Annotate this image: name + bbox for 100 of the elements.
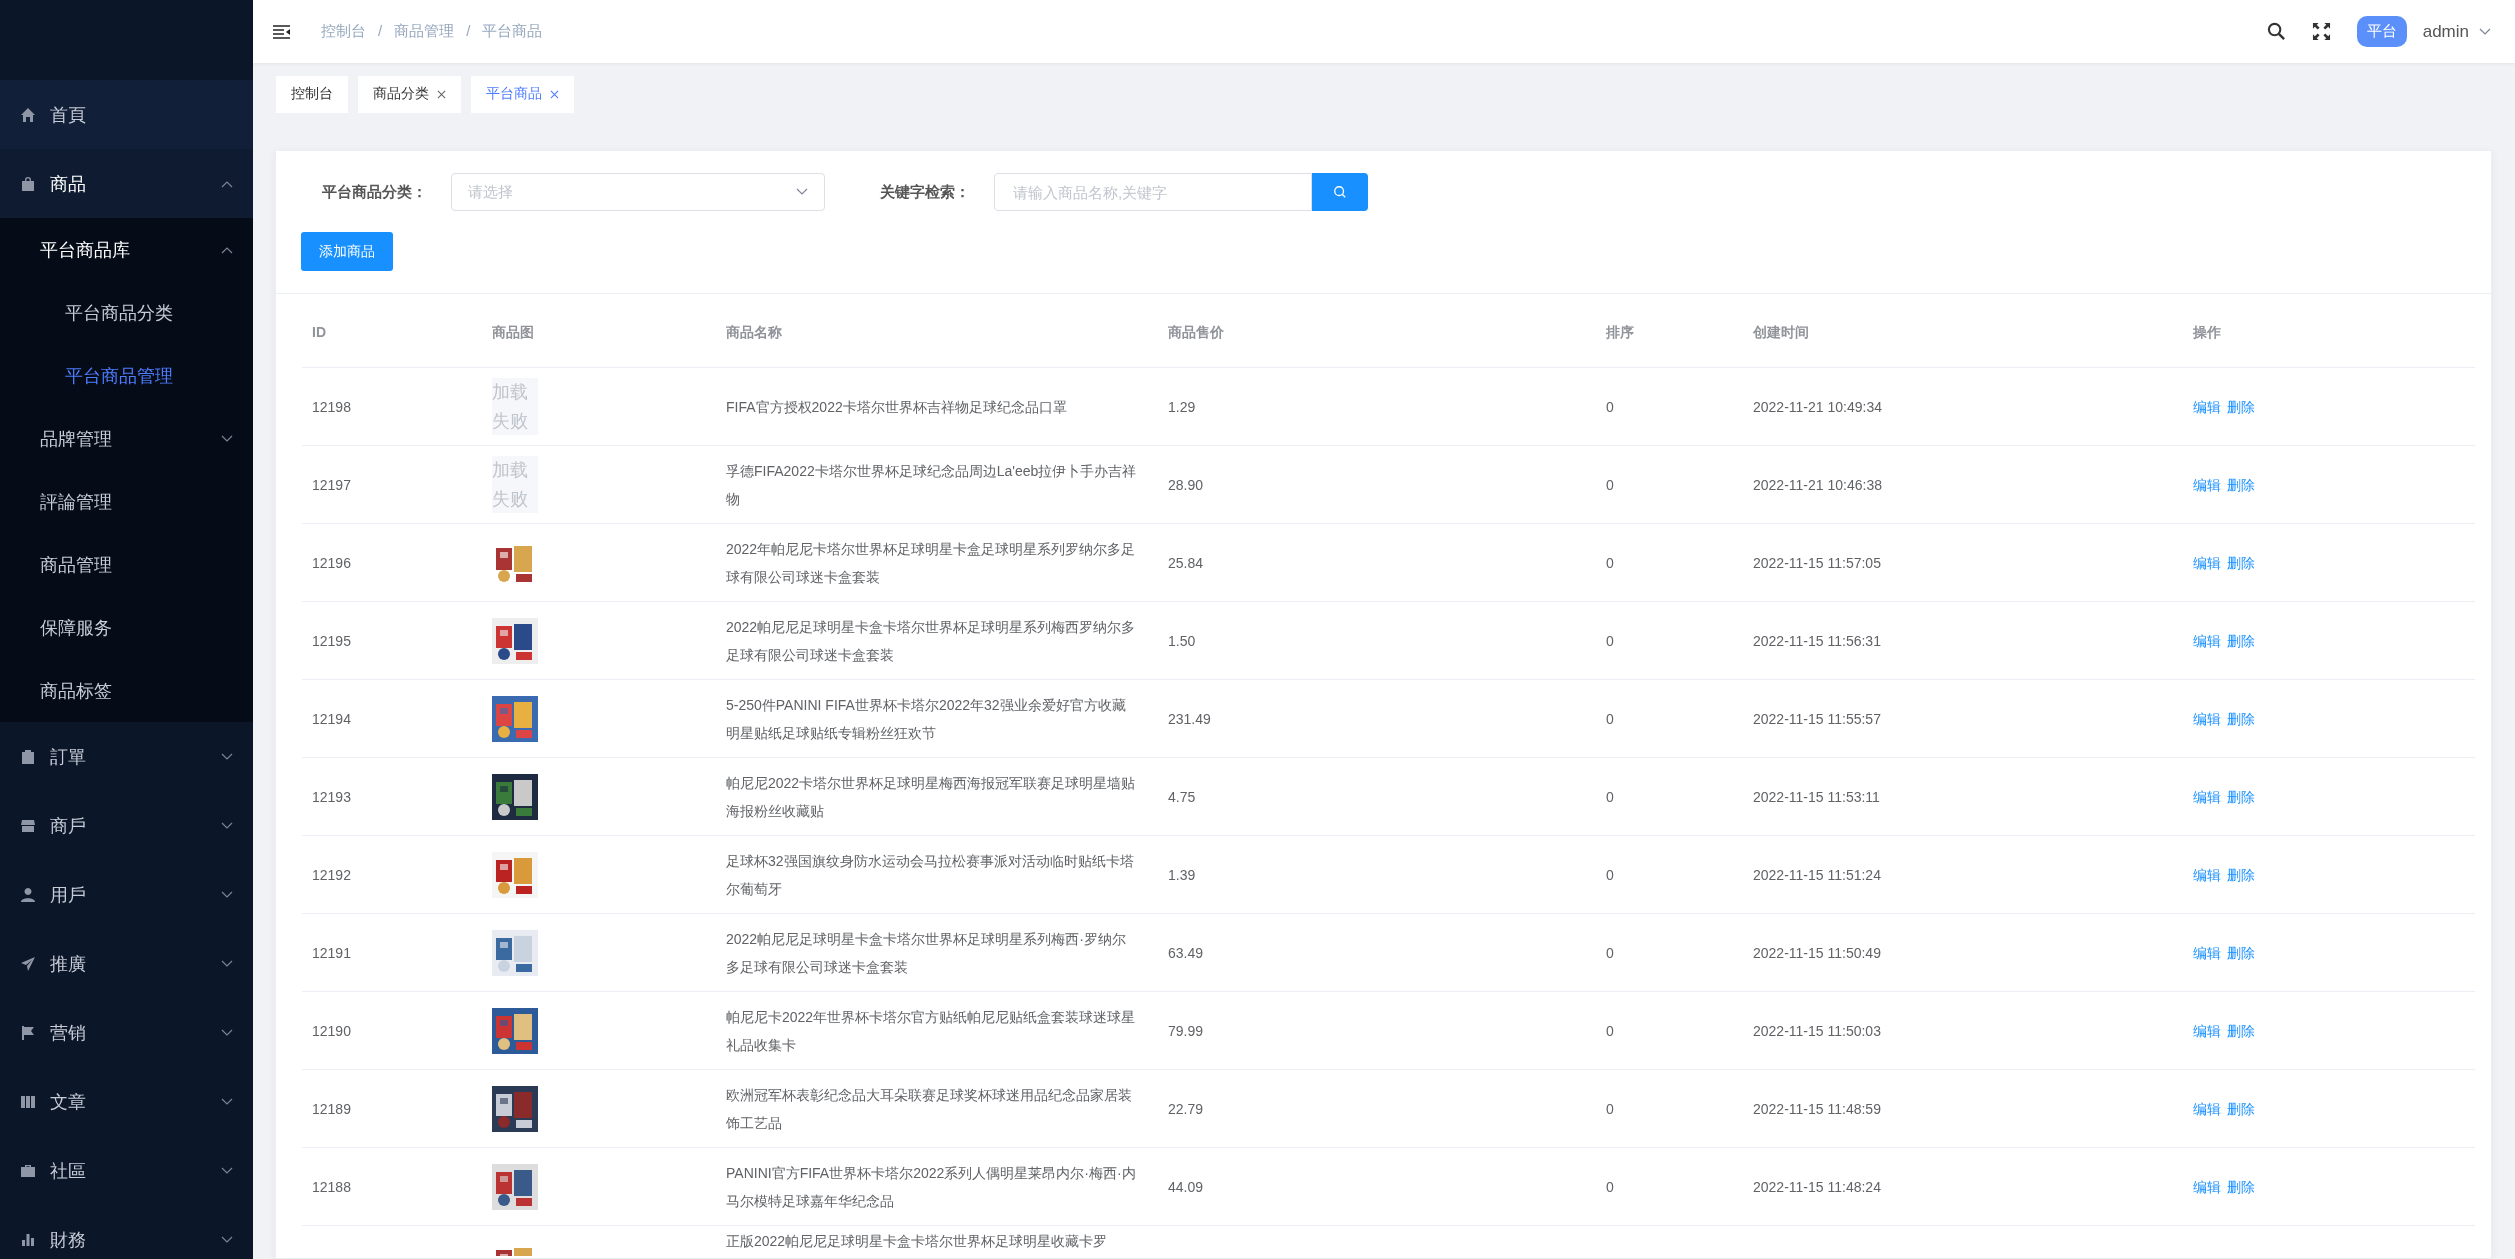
user-icon: [20, 886, 36, 903]
action-link[interactable]: 编辑: [2193, 626, 2221, 655]
submenu-item[interactable]: 評論管理: [0, 470, 253, 533]
action-link[interactable]: 编辑: [2193, 860, 2221, 889]
table-cell: 0: [1606, 1178, 1614, 1195]
breadcrumb-link[interactable]: 控制台: [321, 22, 366, 41]
menu-item[interactable]: 財務: [0, 1205, 253, 1259]
table-cell: 足球杯32强国旗纹身防水运动会马拉松赛事派对活动临时贴纸卡塔尔葡萄牙: [726, 852, 1134, 897]
action-link[interactable]: 删除: [2227, 1172, 2255, 1201]
action-link[interactable]: 删除: [2227, 782, 2255, 811]
submenu-item[interactable]: 平台商品管理: [0, 344, 253, 407]
breadcrumb-separator: /: [378, 22, 383, 41]
page-tab[interactable]: 平台商品: [471, 75, 574, 113]
table-cell: 12189: [312, 1100, 351, 1117]
breadcrumb-link[interactable]: 商品管理: [394, 22, 455, 41]
menu-item[interactable]: 商戶: [0, 791, 253, 860]
action-link[interactable]: 删除: [2227, 704, 2255, 733]
table-cell: 12194: [312, 710, 351, 727]
action-link[interactable]: 编辑: [2193, 704, 2221, 733]
role-badge: 平台: [2356, 16, 2407, 47]
table-cell: 12192: [312, 866, 351, 883]
table-cell: 4.75: [1168, 788, 1196, 805]
submenu-item[interactable]: 商品标签: [0, 659, 253, 722]
action-link[interactable]: 编辑: [2193, 548, 2221, 577]
action-link[interactable]: 编辑: [2193, 1016, 2221, 1045]
action-link[interactable]: 删除: [2227, 548, 2255, 577]
chart-icon: [20, 1231, 36, 1248]
table-cell: 2022-11-15 11:55:57: [1753, 710, 1881, 727]
plane-icon: [20, 955, 36, 972]
column-header: ID: [311, 323, 327, 342]
search-icon[interactable]: [2266, 22, 2286, 41]
submenu-item[interactable]: 保障服务: [0, 596, 253, 659]
action-link[interactable]: 编辑: [2193, 782, 2221, 811]
filter-label: 平台商品分类：: [322, 182, 427, 202]
user-menu[interactable]: admin: [2422, 21, 2491, 42]
table-cell: 2022-11-15 11:53:11: [1753, 788, 1880, 805]
breadcrumb-link[interactable]: 平台商品: [482, 22, 543, 41]
breadcrumb-separator: /: [466, 22, 471, 41]
submenu-item[interactable]: 商品管理: [0, 533, 253, 596]
close-icon[interactable]: [550, 89, 559, 99]
store-icon: [20, 817, 36, 834]
menu-item[interactable]: 推廣: [0, 929, 253, 998]
menu-item[interactable]: 用戶: [0, 860, 253, 929]
table-cell: 帕尼尼卡2022年世界杯卡塔尔官方贴纸帕尼尼贴纸盒套装球迷球星礼品收集卡: [726, 1008, 1136, 1053]
action-link[interactable]: 编辑: [2193, 392, 2221, 421]
menu-item[interactable]: 文章: [0, 1067, 253, 1136]
action-link[interactable]: 编辑: [2193, 938, 2221, 967]
submenu-item[interactable]: 平台商品分类: [0, 281, 253, 344]
action-link[interactable]: 删除: [2227, 938, 2255, 967]
menu-item[interactable]: 商品: [0, 149, 253, 218]
chevron-down-icon: [221, 890, 233, 899]
action-link[interactable]: 删除: [2227, 470, 2255, 499]
add-product-button[interactable]: 添加商品: [301, 232, 393, 271]
table-cell: 1.50: [1168, 632, 1196, 649]
submenu-item[interactable]: 品牌管理: [0, 407, 253, 470]
table-cell: 25.84: [1168, 554, 1204, 571]
action-link[interactable]: 删除: [2227, 1016, 2255, 1045]
chevron-down-icon: [221, 752, 233, 761]
table-cell: 正版2022帕尼尼足球明星卡盒卡塔尔世界杯足球明星收藏卡罗: [726, 1233, 1108, 1249]
action-link[interactable]: 删除: [2227, 860, 2255, 889]
menu-item[interactable]: 訂單: [0, 722, 253, 791]
action-link[interactable]: 删除: [2227, 392, 2255, 421]
table-cell: 12198: [312, 398, 351, 415]
table-cell: 0: [1606, 398, 1614, 415]
keyword-input[interactable]: 请输入商品名称,关键字: [994, 173, 1312, 211]
menu-item[interactable]: 首頁: [0, 80, 253, 149]
table-cell: 2022-11-15 11:50:03: [1753, 1022, 1881, 1039]
column-header: 创建时间: [1752, 323, 1810, 342]
action-link[interactable]: 编辑: [2193, 1094, 2221, 1123]
menu-item[interactable]: 社區: [0, 1136, 253, 1205]
table-cell: 欧洲冠军杯表彰纪念品大耳朵联赛足球奖杯球迷用品纪念品家居装饰工艺品: [726, 1086, 1132, 1131]
action-link[interactable]: 编辑: [2193, 1172, 2221, 1201]
table-cell: 0: [1606, 710, 1614, 727]
table-cell: 2022-11-15 11:56:31: [1753, 632, 1881, 649]
menu-fold-icon[interactable]: [273, 24, 291, 39]
page-tab[interactable]: 商品分类: [358, 75, 461, 113]
submenu-item[interactable]: 平台商品库: [0, 218, 253, 281]
table-cell: 79.99: [1168, 1022, 1204, 1039]
table-cell: 0: [1606, 632, 1614, 649]
action-link[interactable]: 删除: [2227, 1094, 2255, 1123]
chevron-up-icon: [221, 179, 233, 188]
page-tab[interactable]: 控制台: [276, 75, 348, 113]
fullscreen-icon[interactable]: [2311, 22, 2331, 41]
menu-item[interactable]: 营销: [0, 998, 253, 1067]
table-cell: 孚德FIFA2022卡塔尔世界杯足球纪念品周边La'eeb拉伊卜手办吉祥物: [726, 462, 1137, 507]
table-cell: 63.49: [1168, 944, 1204, 961]
chevron-up-icon: [221, 245, 233, 254]
column-header: 商品图: [491, 323, 535, 342]
action-link[interactable]: 编辑: [2193, 470, 2221, 499]
column-header: 商品名称: [725, 323, 783, 342]
table-cell: 0: [1606, 1100, 1614, 1117]
close-icon[interactable]: [437, 89, 446, 99]
action-link[interactable]: 删除: [2227, 626, 2255, 655]
chevron-down-icon: [796, 188, 808, 196]
table-cell: 2022帕尼尼足球明星卡盒卡塔尔世界杯足球明星系列梅西罗纳尔多足球有限公司球迷卡盒套装: [726, 618, 1136, 663]
category-select[interactable]: 请选择: [451, 173, 825, 211]
chevron-down-icon: [221, 1235, 233, 1244]
column-header: 商品售价: [1167, 323, 1225, 342]
table-cell: 231.49: [1168, 710, 1211, 727]
briefcase-icon: [20, 1162, 36, 1179]
